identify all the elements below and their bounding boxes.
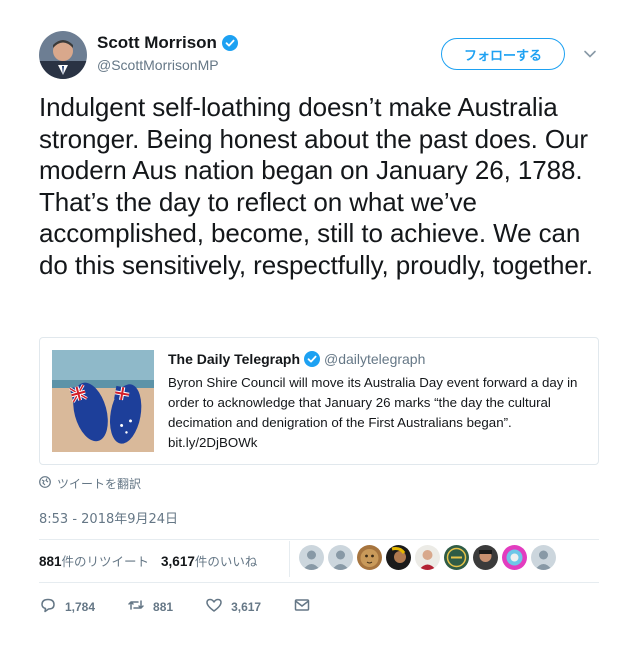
liker-avatar[interactable] [328,545,353,570]
tweet-actions: 1,784 881 3,617 [39,596,343,617]
retweet-icon [127,596,145,617]
engagement-stats: 881 件のリツイート 3,617 件のいいね [39,551,269,570]
like-action-count: 3,617 [231,599,262,614]
retweet-button[interactable]: 881 [127,596,173,617]
divider [39,539,599,540]
retweet-count: 881 [39,554,62,569]
divider [289,541,290,577]
verified-badge-icon [304,351,320,367]
translate-tweet-link[interactable]: ツイートを翻訳 [39,475,141,492]
like-stat[interactable]: 3,617 件のいいね [161,551,257,570]
liker-avatar[interactable] [299,545,324,570]
quoted-tweet-image [52,350,154,452]
liker-avatars [299,545,556,570]
retweet-action-count: 881 [153,599,174,614]
author-name[interactable]: Scott Morrison [97,33,217,53]
divider [39,582,599,583]
like-label: 件のいいね [194,554,258,569]
author-avatar[interactable] [39,31,87,79]
quoted-tweet-text: Byron Shire Council will move its Austra… [168,373,588,453]
liker-avatar[interactable] [473,545,498,570]
direct-message-button[interactable] [293,596,311,617]
translate-label: ツイートを翻訳 [57,477,142,491]
author-handle[interactable]: @ScottMorrisonMP [97,57,219,73]
quoted-tweet-body: Byron Shire Council will move its Austra… [168,375,578,430]
liker-avatar[interactable] [531,545,556,570]
follow-button[interactable]: フォローする [441,38,565,70]
reply-button[interactable]: 1,784 [39,596,95,617]
liker-avatar[interactable] [357,545,382,570]
tweet-text: Indulgent self-loathing doesn’t make Aus… [39,92,593,280]
liker-avatar[interactable] [386,545,411,570]
liker-avatar[interactable] [415,545,440,570]
quoted-tweet-card[interactable]: The Daily Telegraph @dailytelegraph Byro… [39,337,599,465]
like-button[interactable]: 3,617 [205,596,261,617]
reply-count: 1,784 [65,599,96,614]
author-name-row: Scott Morrison [97,33,238,53]
envelope-icon [293,596,311,617]
verified-badge-icon [221,35,238,51]
quoted-tweet-link[interactable]: bit.ly/2DjBOWk [168,435,257,450]
chevron-down-icon[interactable] [583,47,597,61]
retweet-stat[interactable]: 881 件のリツイート [39,551,149,570]
quoted-author-name[interactable]: The Daily Telegraph [168,351,300,367]
quoted-author-handle[interactable]: @dailytelegraph [324,351,425,367]
like-count: 3,617 [161,554,195,569]
globe-icon [39,476,51,491]
tweet-timestamp[interactable]: 8:53 - 2018年9月24日 [39,508,178,527]
liker-avatar[interactable] [444,545,469,570]
retweet-label: 件のリツイート [61,554,150,569]
quoted-tweet-header: The Daily Telegraph @dailytelegraph [168,351,425,367]
reply-icon [39,596,57,617]
heart-icon [205,596,223,617]
liker-avatar[interactable] [502,545,527,570]
